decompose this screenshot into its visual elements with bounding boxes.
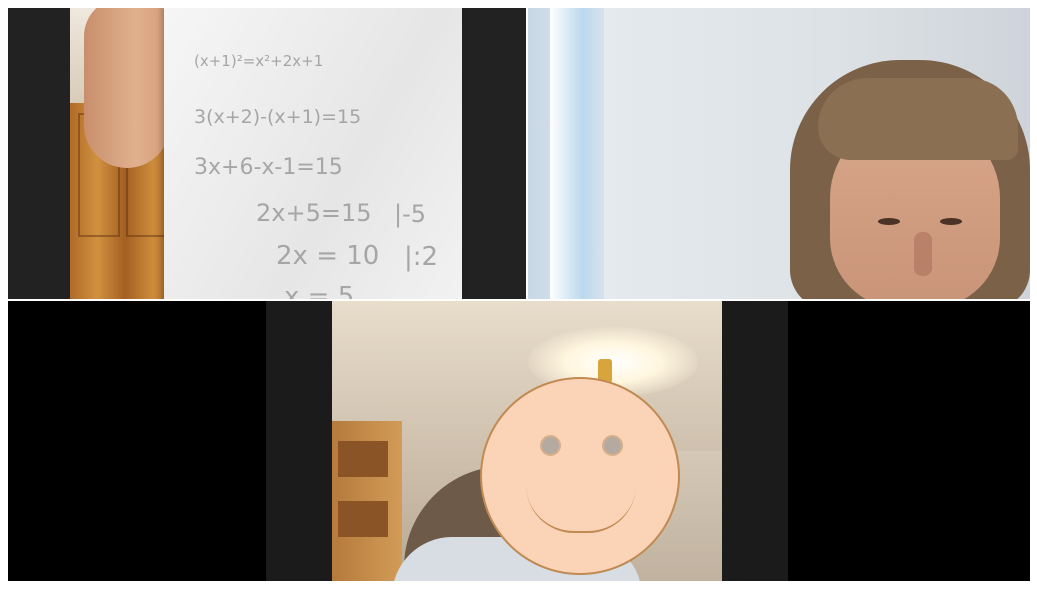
equation-line-4: 2x+5=15 [256,199,372,227]
equation-note-1: |-5 [394,200,427,228]
window-light [550,8,604,299]
camera-feed-paper: (x+1)²=x²+2x+1 3(x+2)-(x+1)=15 3x+6-x-1=… [70,8,462,299]
smiley-face-icon [480,377,680,575]
equation-line-2: 3(x+2)-(x+1)=15 [194,106,362,128]
equation-line-1: (x+1)²=x²+2x+1 [194,52,324,70]
equation-line-6: x = 5 [284,282,355,299]
smiley-right-eye [602,435,623,456]
right-eye [940,218,962,225]
hand [84,8,170,168]
equation-line-5: 2x = 10 [276,241,380,271]
handwritten-paper: (x+1)²=x²+2x+1 3(x+2)-(x+1)=15 3x+6-x-1=… [164,8,462,299]
smiley-left-eye [540,435,561,456]
camera-feed-student [332,301,722,581]
video-tile-paper[interactable]: (x+1)²=x²+2x+1 3(x+2)-(x+1)=15 3x+6-x-1=… [8,8,526,299]
video-tile-student[interactable] [266,301,788,581]
participant-bangs [818,78,1018,160]
nose [914,232,932,276]
smiley-mouth [526,485,636,533]
video-tile-teacher[interactable] [528,8,1030,299]
left-eye [878,218,900,225]
bookshelf [332,421,402,581]
equation-line-3: 3x+6-x-1=15 [194,155,343,180]
equation-note-2: |:2 [404,242,439,272]
